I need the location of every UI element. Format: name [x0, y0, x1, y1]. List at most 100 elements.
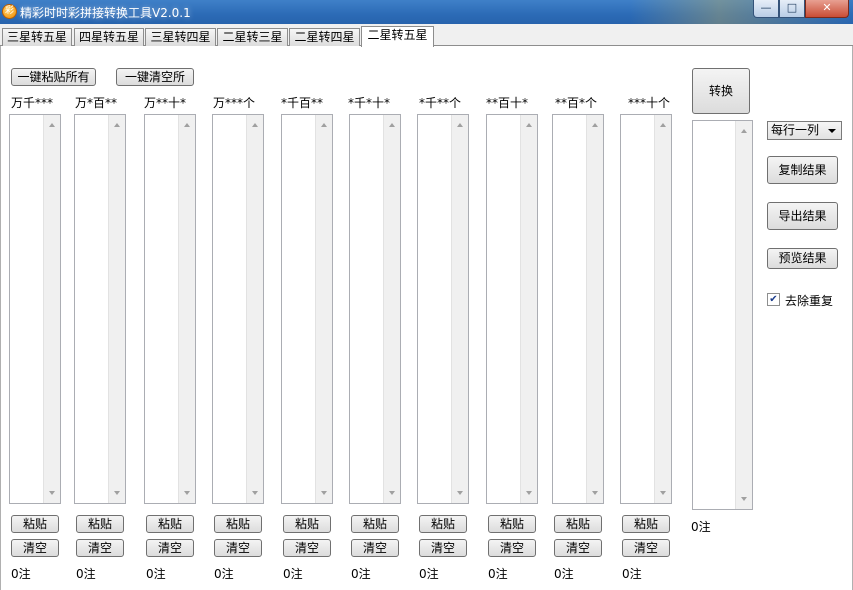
scrollbar[interactable] [520, 115, 537, 503]
column-label-wanbai: 万*百** [75, 96, 118, 110]
scrollbar[interactable] [654, 115, 671, 503]
clear-button-wanbai[interactable]: 清空 [76, 539, 124, 557]
paste-all-button[interactable]: 一键粘贴所有 [11, 68, 96, 86]
scroll-up-icon[interactable] [592, 123, 598, 127]
scroll-down-icon[interactable] [457, 491, 463, 495]
input-area-qianshi[interactable] [349, 114, 401, 504]
scrollbar[interactable] [383, 115, 400, 503]
clear-button-baishi[interactable]: 清空 [488, 539, 536, 557]
dedupe-checkbox[interactable]: ✔ [767, 293, 780, 306]
paste-button-baige[interactable]: 粘贴 [554, 515, 602, 533]
tab-2to5[interactable]: 二星转五星 [361, 26, 434, 47]
clear-button-qiange[interactable]: 清空 [419, 539, 467, 557]
tab-3to5[interactable]: 三星转五星 [2, 28, 72, 46]
window-title: 精彩时时彩拼接转换工具V2.0.1 [20, 6, 191, 20]
clear-button-baige[interactable]: 清空 [554, 539, 602, 557]
title-bar[interactable]: 彩 精彩时时彩拼接转换工具V2.0.1 — □ ✕ [0, 0, 853, 24]
tab-4to5[interactable]: 四星转五星 [74, 28, 144, 46]
scroll-up-icon[interactable] [660, 123, 666, 127]
scroll-up-icon[interactable] [741, 129, 747, 133]
scrollbar[interactable] [315, 115, 332, 503]
column-label-wanqian: 万千*** [11, 96, 54, 110]
preview-result-button[interactable]: 预览结果 [767, 248, 838, 269]
check-icon: ✔ [769, 294, 778, 305]
scroll-down-icon[interactable] [321, 491, 327, 495]
input-area-qianbai[interactable] [281, 114, 333, 504]
clear-all-button[interactable]: 一键清空所 [116, 68, 194, 86]
clear-button-wange[interactable]: 清空 [214, 539, 262, 557]
window-controls: — □ ✕ [753, 0, 849, 18]
input-area-wange[interactable] [212, 114, 264, 504]
scroll-down-icon[interactable] [526, 491, 532, 495]
count-qianbai: 0注 [283, 567, 303, 581]
clear-button-qianshi[interactable]: 清空 [351, 539, 399, 557]
tab-2to3[interactable]: 二星转三星 [217, 28, 288, 46]
paste-button-wange[interactable]: 粘贴 [214, 515, 262, 533]
scroll-up-icon[interactable] [252, 123, 258, 127]
clear-button-wanshi[interactable]: 清空 [146, 539, 194, 557]
input-area-baige[interactable] [552, 114, 604, 504]
scrollbar[interactable] [178, 115, 195, 503]
format-select[interactable]: 每行一列 [767, 121, 842, 140]
input-area-wanshi[interactable] [144, 114, 196, 504]
paste-button-qianshi[interactable]: 粘贴 [351, 515, 399, 533]
scroll-down-icon[interactable] [389, 491, 395, 495]
scroll-down-icon[interactable] [252, 491, 258, 495]
close-button[interactable]: ✕ [805, 0, 849, 18]
paste-button-wanbai[interactable]: 粘贴 [76, 515, 124, 533]
tab-bar: 三星转五星 四星转五星 三星转四星 二星转三星 二星转四星 二星转五星 [0, 26, 853, 47]
scroll-up-icon[interactable] [526, 123, 532, 127]
scroll-down-icon[interactable] [660, 491, 666, 495]
paste-button-wanshi[interactable]: 粘贴 [146, 515, 194, 533]
clear-button-qianbai[interactable]: 清空 [283, 539, 331, 557]
input-area-wanqian[interactable] [9, 114, 61, 504]
app-logo-icon: 彩 [2, 4, 17, 19]
dedupe-label[interactable]: 去除重复 [785, 292, 833, 309]
count-qianshi: 0注 [351, 567, 371, 581]
tab-2to4[interactable]: 二星转四星 [289, 28, 360, 46]
scroll-down-icon[interactable] [184, 491, 190, 495]
scroll-down-icon[interactable] [741, 497, 747, 501]
scroll-up-icon[interactable] [321, 123, 327, 127]
scrollbar[interactable] [586, 115, 603, 503]
scroll-up-icon[interactable] [457, 123, 463, 127]
scrollbar[interactable] [246, 115, 263, 503]
result-count: 0注 [691, 520, 711, 534]
scroll-up-icon[interactable] [184, 123, 190, 127]
scrollbar[interactable] [108, 115, 125, 503]
count-baige: 0注 [554, 567, 574, 581]
column-label-qiange: *千**个 [419, 96, 462, 110]
result-area[interactable] [692, 120, 753, 510]
scroll-up-icon[interactable] [49, 123, 55, 127]
format-select-value: 每行一列 [771, 123, 820, 137]
paste-button-shige[interactable]: 粘贴 [622, 515, 670, 533]
copy-result-button[interactable]: 复制结果 [767, 156, 838, 184]
count-wanbai: 0注 [76, 567, 96, 581]
scroll-down-icon[interactable] [49, 491, 55, 495]
clear-button-wanqian[interactable]: 清空 [11, 539, 59, 557]
column-label-qianshi: *千*十* [348, 96, 391, 110]
maximize-button[interactable]: □ [779, 0, 805, 18]
input-area-shige[interactable] [620, 114, 672, 504]
scrollbar[interactable] [451, 115, 468, 503]
input-area-baishi[interactable] [486, 114, 538, 504]
column-label-qianbai: *千百** [281, 96, 324, 110]
paste-button-qiange[interactable]: 粘贴 [419, 515, 467, 533]
input-area-wanbai[interactable] [74, 114, 126, 504]
export-result-button[interactable]: 导出结果 [767, 202, 838, 230]
count-wanshi: 0注 [146, 567, 166, 581]
minimize-button[interactable]: — [753, 0, 779, 18]
paste-button-baishi[interactable]: 粘贴 [488, 515, 536, 533]
scroll-down-icon[interactable] [114, 491, 120, 495]
scroll-up-icon[interactable] [114, 123, 120, 127]
paste-button-qianbai[interactable]: 粘贴 [283, 515, 331, 533]
tab-3to4[interactable]: 三星转四星 [145, 28, 216, 46]
paste-button-wanqian[interactable]: 粘贴 [11, 515, 59, 533]
scroll-up-icon[interactable] [389, 123, 395, 127]
clear-button-shige[interactable]: 清空 [622, 539, 670, 557]
scrollbar[interactable] [43, 115, 60, 503]
scroll-down-icon[interactable] [592, 491, 598, 495]
input-area-qiange[interactable] [417, 114, 469, 504]
convert-button[interactable]: 转换 [692, 68, 750, 114]
scrollbar[interactable] [735, 121, 752, 509]
